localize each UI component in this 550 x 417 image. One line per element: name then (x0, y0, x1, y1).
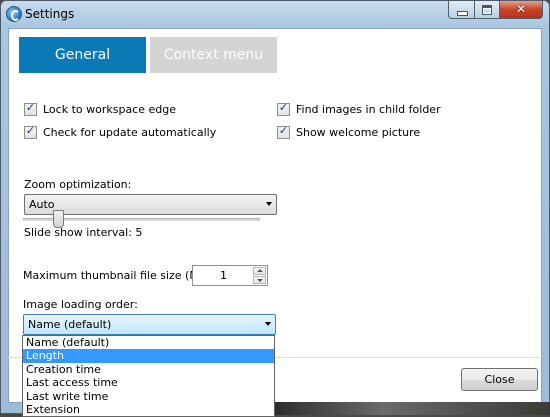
thumbnail-size-stepper[interactable]: 1 (192, 265, 268, 286)
loading-order-dropdown[interactable]: Name (default) Length Creation time Last… (22, 335, 275, 417)
find-child-checkbox[interactable]: ✓ (277, 101, 290, 116)
zoom-value: Auto (29, 198, 55, 211)
dropdown-option[interactable]: Extension (23, 403, 274, 416)
tab-general[interactable]: General (19, 37, 146, 73)
close-window-button[interactable]: ✕ (500, 1, 543, 19)
find-child-label: Find images in child folder (296, 103, 441, 116)
stepper-buttons (253, 267, 266, 284)
thumbnail-size-value: 1 (220, 269, 227, 282)
stepper-up-button[interactable] (253, 267, 266, 275)
check-update-row[interactable]: ✓ Check for update automatically (24, 124, 217, 140)
loading-order-select[interactable]: Name (default) (23, 314, 276, 335)
find-child-row[interactable]: ✓ Find images in child folder (277, 101, 441, 117)
lock-workspace-row[interactable]: ✓ Lock to workspace edge (24, 101, 177, 117)
check-update-label: Check for update automatically (43, 126, 217, 139)
window-controls: ✕ (448, 1, 543, 19)
tab-context-menu[interactable]: Context menu (150, 37, 277, 73)
loading-order-value: Name (default) (28, 318, 112, 331)
close-button[interactable]: Close (461, 368, 538, 391)
welcome-picture-row[interactable]: ✓ Show welcome picture (277, 124, 421, 140)
lock-workspace-checkbox[interactable]: ✓ (24, 101, 37, 116)
thumbnail-size-label: Maximum thumbnail file size (MB): (23, 269, 215, 282)
maximize-button[interactable] (475, 1, 500, 19)
check-update-checkbox[interactable]: ✓ (24, 124, 37, 139)
check-icon: ✓ (278, 101, 289, 114)
title-bar[interactable]: Settings ✕ (1, 1, 549, 28)
stepper-down-button[interactable] (253, 276, 266, 284)
dropdown-option-highlighted[interactable]: Length (23, 349, 274, 363)
loading-order-label: Image loading order: (23, 298, 138, 311)
welcome-picture-checkbox[interactable]: ✓ (277, 124, 290, 139)
dropdown-option[interactable]: Last access time (23, 376, 274, 389)
welcome-picture-label: Show welcome picture (296, 126, 421, 139)
dropdown-option[interactable]: Creation time (23, 363, 274, 376)
chevron-down-icon (266, 202, 272, 206)
slideshow-slider-thumb[interactable] (53, 210, 64, 228)
background-desktop (272, 402, 550, 415)
dropdown-option[interactable]: Last write time (23, 390, 274, 403)
check-icon: ✓ (278, 124, 289, 137)
lock-workspace-label: Lock to workspace edge (43, 103, 177, 116)
check-icon: ✓ (25, 124, 36, 137)
dropdown-option[interactable]: Name (default) (23, 336, 274, 349)
zoom-label: Zoom optimization: (24, 178, 132, 191)
app-icon (6, 6, 22, 22)
slideshow-label: Slide show interval: 5 (24, 226, 143, 239)
chevron-down-icon (265, 322, 271, 326)
close-icon: ✕ (515, 2, 527, 16)
window-title: Settings (25, 7, 75, 21)
check-icon: ✓ (25, 101, 36, 114)
minimize-button[interactable] (448, 1, 475, 19)
